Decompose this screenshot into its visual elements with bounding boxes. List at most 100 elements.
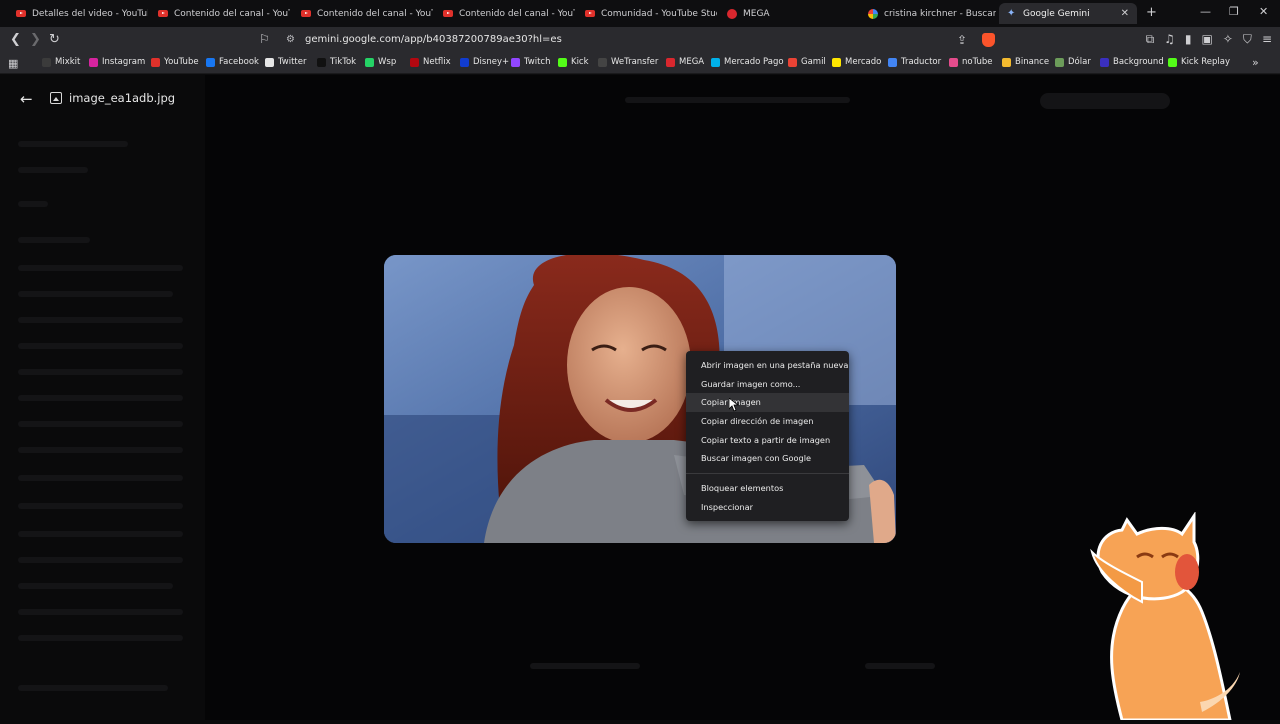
bookmark-favicon-icon (788, 57, 797, 67)
menu-copy-image[interactable]: Copiar imagen (686, 393, 849, 413)
restore-icon[interactable]: ❐ (1229, 5, 1239, 18)
bookmark-icon[interactable]: ⚐ (259, 32, 270, 46)
bookmark-favicon-icon (511, 57, 520, 67)
fox-mouth (1175, 554, 1199, 590)
bookmark-label: Dólar (1068, 57, 1091, 67)
tab-label: MEGA (743, 8, 770, 19)
forward-icon[interactable]: ❯ (30, 32, 41, 47)
toolbar-icons: ⧉ ♫ ▮ ▣ ✧ ⛉ ≡ (1146, 32, 1272, 47)
tab-mega[interactable]: MEGA (719, 3, 859, 24)
bookmark-favicon-icon (460, 57, 469, 67)
menu-open-new-tab[interactable]: Abrir imagen en una pestaña nueva (686, 356, 849, 375)
bookmark-label: Binance (1015, 57, 1050, 67)
tab-contenido-canal-3[interactable]: Contenido del canal - YouTube (435, 3, 575, 24)
menu-copy-text-from-image[interactable]: Copiar texto a partir de imagen (686, 431, 849, 450)
face-shape (567, 287, 691, 443)
bookmark-mercado[interactable]: Mercado (832, 57, 881, 67)
bookmark-label: WeTransfer (611, 57, 659, 67)
menu-save-image[interactable]: Guardar imagen como... (686, 375, 849, 394)
menu-icon[interactable]: ≡ (1262, 32, 1272, 47)
bookmark-wsp[interactable]: Wsp (365, 57, 396, 67)
bookmark-binance[interactable]: Binance (1002, 57, 1049, 67)
bookmark-mega[interactable]: MEGA (666, 57, 704, 67)
minimize-icon[interactable]: — (1200, 5, 1211, 18)
bookmark-label: Netflix (423, 57, 451, 67)
bookmark-notube[interactable]: noTube (949, 57, 993, 67)
ghost-line (18, 557, 183, 563)
apps-grid-icon[interactable]: ▦ (8, 57, 18, 70)
site-settings-icon[interactable]: ⚙ (286, 34, 295, 45)
bookmark-label: Mercado Pago (724, 57, 784, 67)
close-tab-icon[interactable]: ✕ (1121, 8, 1129, 19)
menu-inspect[interactable]: Inspeccionar (686, 498, 849, 517)
bookmark-favicon-icon (711, 57, 720, 67)
wallet-icon[interactable]: ▣ (1202, 32, 1213, 47)
tab-label: Contenido del canal - YouTube (174, 8, 290, 19)
bookmark-label: YouTube (164, 57, 199, 67)
screenshot-icon[interactable]: ⧉ (1146, 32, 1155, 47)
tab-label: cristina kirchner - Buscar con G (884, 8, 996, 19)
new-tab-icon[interactable]: + (1146, 5, 1157, 20)
ghost-line (18, 395, 183, 401)
ghost-line (18, 167, 88, 173)
menu-block-elements[interactable]: Bloquear elementos (686, 479, 849, 498)
bookmark-label: Twitch (524, 57, 551, 67)
bookmark-favicon-icon (410, 57, 419, 67)
reload-icon[interactable]: ↻ (49, 32, 60, 47)
ghost-line (18, 291, 173, 297)
bookmark-kick[interactable]: Kick (558, 57, 589, 67)
back-icon[interactable]: ❮ (10, 32, 21, 47)
bookmark-youtube[interactable]: YouTube (151, 57, 199, 67)
leo-ai-icon[interactable]: ✧ (1223, 32, 1233, 47)
bookmark-favicon-icon (832, 57, 841, 67)
address-bar: ❮ ❯ ↻ ⚐ ⚙ gemini.google.com/app/b4038720… (0, 27, 1280, 53)
ghost-line (530, 663, 640, 669)
tab-contenido-canal-2[interactable]: Contenido del canal - YouTube (293, 3, 433, 24)
bookmark-label: Kick (571, 57, 589, 67)
media-icon[interactable]: ♫ (1164, 32, 1175, 47)
bookmark-gamil[interactable]: Gamil (788, 57, 826, 67)
sidebar-icon[interactable]: ▮ (1185, 32, 1192, 47)
bookmark-facebook[interactable]: Facebook (206, 57, 259, 67)
tab-contenido-canal-1[interactable]: Contenido del canal - YouTube (150, 3, 290, 24)
more-bookmarks-icon[interactable]: » (1252, 56, 1259, 69)
share-icon[interactable]: ⇪ (957, 33, 967, 47)
bookmark-favicon-icon (151, 57, 160, 67)
bookmark-tiktok[interactable]: TikTok (317, 57, 356, 67)
brave-shields-icon[interactable] (982, 33, 995, 47)
bookmark-netflix[interactable]: Netflix (410, 57, 451, 67)
bookmark-traductor[interactable]: Traductor (888, 57, 941, 67)
ghost-line (18, 609, 183, 615)
bookmark-d-lar[interactable]: Dólar (1055, 57, 1091, 67)
vpn-icon[interactable]: ⛉ (1243, 32, 1252, 47)
bookmark-twitter[interactable]: Twitter (265, 57, 307, 67)
url-field[interactable]: gemini.google.com/app/b40387200789ae30?h… (305, 34, 562, 45)
bookmark-disney-[interactable]: Disney+ (460, 57, 509, 67)
bookmark-mixkit[interactable]: Mixkit (42, 57, 80, 67)
menu-search-google[interactable]: Buscar imagen con Google (686, 449, 849, 468)
tab-comunidad[interactable]: Comunidad - YouTube Studio (577, 3, 717, 24)
ghost-line (18, 141, 128, 147)
image-file-icon (50, 92, 62, 104)
google-icon (868, 8, 878, 19)
menu-copy-image-address[interactable]: Copiar dirección de imagen (686, 412, 849, 431)
back-arrow-icon[interactable]: ← (20, 90, 33, 108)
bookmark-favicon-icon (1002, 57, 1011, 67)
bookmark-label: Traductor (901, 57, 942, 67)
bookmark-label: Instagram (102, 57, 146, 67)
bookmark-favicon-icon (598, 57, 607, 67)
bookmark-wetransfer[interactable]: WeTransfer (598, 57, 658, 67)
tab-gemini[interactable]: ✦ Google Gemini ✕ (999, 3, 1137, 24)
bookmark-instagram[interactable]: Instagram (89, 57, 145, 67)
bookmarks-bar: ▦ Mixkit Instagram YouTube Facebook Twitter T… (0, 53, 1280, 74)
bookmark-background[interactable]: Background (1100, 57, 1164, 67)
tab-detalles-video[interactable]: Detalles del video - YouTube St (8, 3, 148, 24)
youtube-icon (158, 10, 168, 17)
tab-google-search[interactable]: cristina kirchner - Buscar con G (860, 3, 996, 24)
fox-sticker (1082, 511, 1242, 722)
close-window-icon[interactable]: ✕ (1259, 5, 1268, 18)
ghost-line (18, 201, 48, 207)
bookmark-kick-replay[interactable]: Kick Replay (1168, 57, 1230, 67)
bookmark-twitch[interactable]: Twitch (511, 57, 551, 67)
bookmark-mercado-pago[interactable]: Mercado Pago (711, 57, 784, 67)
